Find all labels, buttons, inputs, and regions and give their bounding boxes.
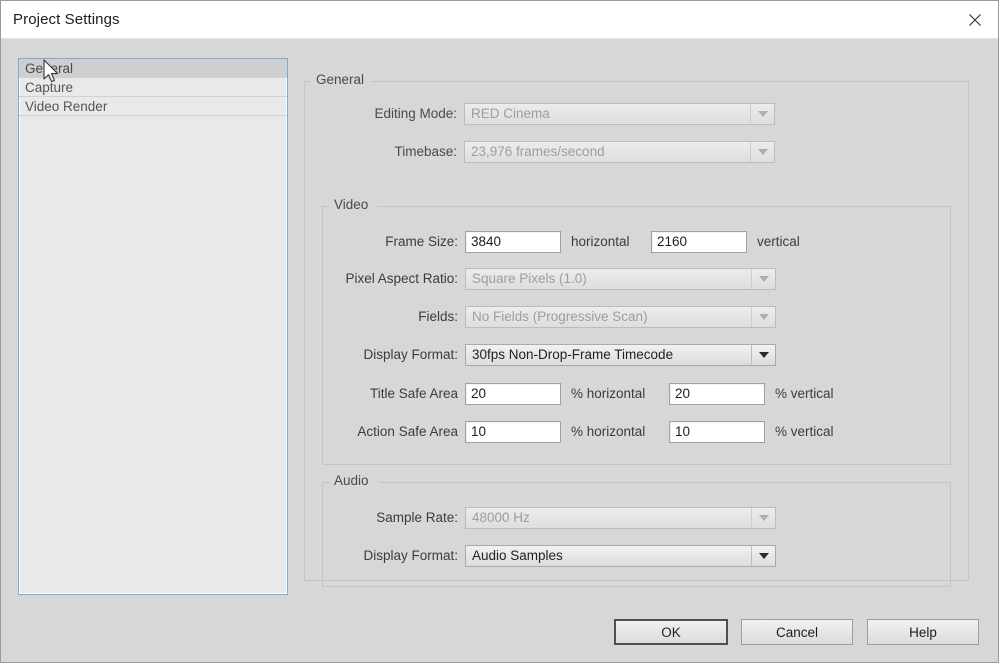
timebase-label: Timebase: xyxy=(394,144,457,159)
general-groupbox: General Editing Mode: RED Cinema Timebas… xyxy=(304,72,969,587)
editing-mode-value: RED Cinema xyxy=(471,106,550,121)
fields-row: Fields: No Fields (Progressive Scan) xyxy=(323,306,950,328)
sample-rate-dropdown[interactable]: 48000 Hz xyxy=(465,507,776,529)
sample-rate-label: Sample Rate: xyxy=(376,510,458,525)
window-title: Project Settings xyxy=(13,11,120,28)
title-safe-vertical-input[interactable]: 20 xyxy=(669,383,765,405)
action-safe-horizontal-input[interactable]: 10 xyxy=(465,421,561,443)
video-display-format-value: 30fps Non-Drop-Frame Timecode xyxy=(472,347,674,362)
audio-display-format-row: Display Format: Audio Samples xyxy=(323,545,950,567)
editing-mode-label: Editing Mode: xyxy=(374,106,457,121)
title-bar: Project Settings xyxy=(1,1,998,39)
pixel-aspect-ratio-dropdown[interactable]: Square Pixels (1.0) xyxy=(465,268,776,290)
frame-size-label: Frame Size: xyxy=(385,234,458,249)
ok-button-label: OK xyxy=(661,624,681,640)
sidebar-item-label: Video Render xyxy=(25,99,108,114)
fields-dropdown[interactable]: No Fields (Progressive Scan) xyxy=(465,306,776,328)
settings-category-list[interactable]: General Capture Video Render xyxy=(18,58,288,595)
action-safe-horizontal-suffix: % horizontal xyxy=(571,424,646,439)
frame-size-vertical-suffix: vertical xyxy=(757,234,800,249)
fields-value: No Fields (Progressive Scan) xyxy=(472,309,648,324)
title-safe-horizontal-input[interactable]: 20 xyxy=(465,383,561,405)
timebase-value: 23,976 frames/second xyxy=(471,144,605,159)
frame-size-horizontal-suffix: horizontal xyxy=(571,234,630,249)
sidebar-item-video-render[interactable]: Video Render xyxy=(19,97,287,116)
audio-display-format-value: Audio Samples xyxy=(472,548,563,563)
sample-rate-row: Sample Rate: 48000 Hz xyxy=(323,507,950,529)
editing-mode-dropdown[interactable]: RED Cinema xyxy=(464,103,775,125)
title-safe-vertical-suffix: % vertical xyxy=(775,386,834,401)
chevron-down-icon[interactable] xyxy=(750,104,774,124)
frame-size-row: Frame Size: 3840 horizontal 2160 vertica… xyxy=(323,231,950,253)
general-groupbox-title: General xyxy=(311,72,370,87)
sample-rate-value: 48000 Hz xyxy=(472,510,530,525)
audio-groupbox-title: Audio xyxy=(329,473,374,488)
ok-button[interactable]: OK xyxy=(614,619,728,645)
title-safe-area-row: Title Safe Area 20 % horizontal 20 % ver… xyxy=(323,383,950,405)
chevron-down-icon[interactable] xyxy=(750,142,774,162)
audio-display-format-label: Display Format: xyxy=(363,548,458,563)
fields-label: Fields: xyxy=(418,309,458,324)
action-safe-vertical-suffix: % vertical xyxy=(775,424,834,439)
frame-size-vertical-input[interactable]: 2160 xyxy=(651,231,747,253)
sidebar-item-capture[interactable]: Capture xyxy=(19,78,287,97)
audio-display-format-dropdown[interactable]: Audio Samples xyxy=(465,545,776,567)
audio-groupbox: Audio Sample Rate: 48000 Hz Display Form… xyxy=(322,473,951,587)
editing-mode-row: Editing Mode: RED Cinema xyxy=(305,103,968,125)
timebase-row: Timebase: 23,976 frames/second xyxy=(305,141,968,163)
action-safe-area-label: Action Safe Area xyxy=(357,424,458,439)
frame-size-horizontal-input[interactable]: 3840 xyxy=(465,231,561,253)
action-safe-area-row: Action Safe Area 10 % horizontal 10 % ve… xyxy=(323,421,950,443)
cancel-button[interactable]: Cancel xyxy=(741,619,853,645)
sidebar-item-label: General xyxy=(25,61,74,76)
chevron-down-icon[interactable] xyxy=(751,345,775,365)
project-settings-dialog: Project Settings General Capture Video R… xyxy=(0,0,999,663)
cancel-button-label: Cancel xyxy=(775,624,819,640)
help-button-label: Help xyxy=(909,624,937,640)
video-display-format-row: Display Format: 30fps Non-Drop-Frame Tim… xyxy=(323,344,950,366)
chevron-down-icon[interactable] xyxy=(751,269,775,289)
title-safe-horizontal-suffix: % horizontal xyxy=(571,386,646,401)
video-display-format-dropdown[interactable]: 30fps Non-Drop-Frame Timecode xyxy=(465,344,776,366)
pixel-aspect-ratio-label: Pixel Aspect Ratio: xyxy=(345,271,458,286)
chevron-down-icon[interactable] xyxy=(751,546,775,566)
action-safe-vertical-input[interactable]: 10 xyxy=(669,421,765,443)
title-safe-area-label: Title Safe Area xyxy=(369,386,458,401)
chevron-down-icon[interactable] xyxy=(751,307,775,327)
sidebar-item-general[interactable]: General xyxy=(19,59,287,78)
close-icon[interactable] xyxy=(952,1,998,38)
timebase-dropdown[interactable]: 23,976 frames/second xyxy=(464,141,775,163)
video-groupbox-title: Video xyxy=(329,197,374,212)
video-groupbox: Video Frame Size: 3840 horizontal 2160 v… xyxy=(322,197,951,465)
video-display-format-label: Display Format: xyxy=(363,347,458,362)
chevron-down-icon[interactable] xyxy=(751,508,775,528)
pixel-aspect-ratio-value: Square Pixels (1.0) xyxy=(472,271,587,286)
sidebar-item-label: Capture xyxy=(25,80,74,95)
help-button[interactable]: Help xyxy=(867,619,979,645)
pixel-aspect-ratio-row: Pixel Aspect Ratio: Square Pixels (1.0) xyxy=(323,268,950,290)
